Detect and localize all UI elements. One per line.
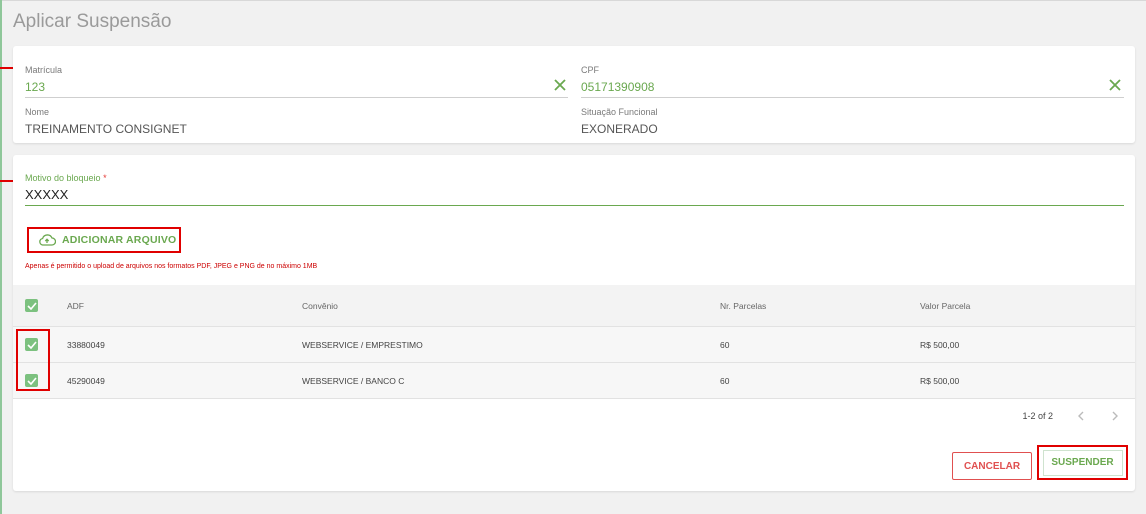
cell-adf: 33880049 — [67, 339, 105, 350]
cloud-upload-icon — [39, 234, 56, 246]
motivo-label: Motivo do bloqueio * — [25, 173, 107, 184]
suspend-button-highlight: SUSPENDER — [1037, 445, 1128, 480]
situacao-field: Situação Funcional EXONERADO — [581, 107, 658, 136]
row-checkbox-cell — [25, 363, 38, 398]
adf-table: ADF Convênio Nr. Parcelas Valor Parcela … — [13, 285, 1135, 399]
add-file-button[interactable]: ADICIONAR ARQUIVO — [27, 227, 181, 253]
nome-value: TREINAMENTO CONSIGNET — [25, 122, 187, 136]
cell-adf: 45290049 — [67, 375, 105, 386]
cpf-field[interactable]: CPF 05171390908 — [581, 65, 654, 94]
required-mark: * — [103, 173, 107, 183]
cell-valor: R$ 500,00 — [920, 339, 960, 350]
cpf-label: CPF — [581, 65, 599, 75]
row-checkbox[interactable] — [25, 338, 38, 351]
nome-field: Nome TREINAMENTO CONSIGNET — [25, 107, 187, 136]
matricula-field[interactable]: Matrícula 123 — [25, 65, 62, 94]
suspend-button[interactable]: SUSPENDER — [1042, 449, 1123, 476]
row-checkbox-cell — [25, 327, 38, 362]
cell-parcelas: 60 — [720, 375, 730, 386]
servidor-card: Matrícula 123 CPF 05171390908 Nome TREIN… — [13, 46, 1135, 143]
clear-matricula-icon[interactable] — [553, 78, 567, 92]
header-adf[interactable]: ADF — [67, 285, 84, 326]
check-icon — [26, 376, 37, 385]
chevron-left-icon[interactable] — [1075, 410, 1087, 422]
top-border — [0, 0, 1146, 1]
motivo-card: Motivo do bloqueio * XXXXX ADICIONAR ARQ… — [13, 155, 1135, 491]
row-checkbox[interactable] — [25, 374, 38, 387]
cpf-value[interactable]: 05171390908 — [581, 80, 654, 94]
clear-cpf-icon[interactable] — [1108, 78, 1122, 92]
motivo-input[interactable]: XXXXX — [25, 187, 107, 202]
add-file-label: ADICIONAR ARQUIVO — [62, 234, 177, 246]
situacao-value: EXONERADO — [581, 122, 658, 136]
situacao-label: Situação Funcional — [581, 107, 658, 117]
check-icon — [26, 340, 37, 349]
nome-label: Nome — [25, 107, 50, 117]
chevron-right-icon[interactable] — [1109, 410, 1121, 422]
matricula-label: Matrícula — [25, 65, 63, 75]
header-valor[interactable]: Valor Parcela — [920, 285, 970, 326]
select-all-cell — [25, 285, 38, 326]
cpf-underline — [581, 97, 1124, 98]
page-title: Aplicar Suspensão — [13, 11, 172, 32]
header-parcelas[interactable]: Nr. Parcelas — [720, 285, 766, 326]
check-icon — [26, 301, 37, 310]
table-row[interactable]: 45290049 WEBSERVICE / BANCO C 60 R$ 500,… — [13, 363, 1135, 399]
upload-hint: Apenas é permitido o upload de arquivos … — [25, 263, 318, 270]
motivo-field[interactable]: Motivo do bloqueio * XXXXX — [25, 173, 107, 202]
left-accent-bar — [0, 0, 2, 514]
cell-valor: R$ 500,00 — [920, 375, 960, 386]
motivo-underline — [25, 205, 1124, 206]
header-convenio[interactable]: Convênio — [302, 285, 338, 326]
matricula-underline — [25, 97, 568, 98]
select-all-checkbox[interactable] — [25, 299, 38, 312]
cell-parcelas: 60 — [720, 339, 730, 350]
cancel-button[interactable]: CANCELAR — [952, 452, 1032, 480]
pagination-range: 1-2 of 2 — [1022, 411, 1053, 421]
table-header: ADF Convênio Nr. Parcelas Valor Parcela — [13, 285, 1135, 327]
cell-convenio: WEBSERVICE / EMPRESTIMO — [302, 339, 423, 350]
motivo-label-text: Motivo do bloqueio — [25, 173, 101, 183]
pagination: 1-2 of 2 — [1022, 410, 1121, 422]
cell-convenio: WEBSERVICE / BANCO C — [302, 375, 405, 386]
matricula-value[interactable]: 123 — [25, 80, 62, 94]
table-row[interactable]: 33880049 WEBSERVICE / EMPRESTIMO 60 R$ 5… — [13, 327, 1135, 363]
